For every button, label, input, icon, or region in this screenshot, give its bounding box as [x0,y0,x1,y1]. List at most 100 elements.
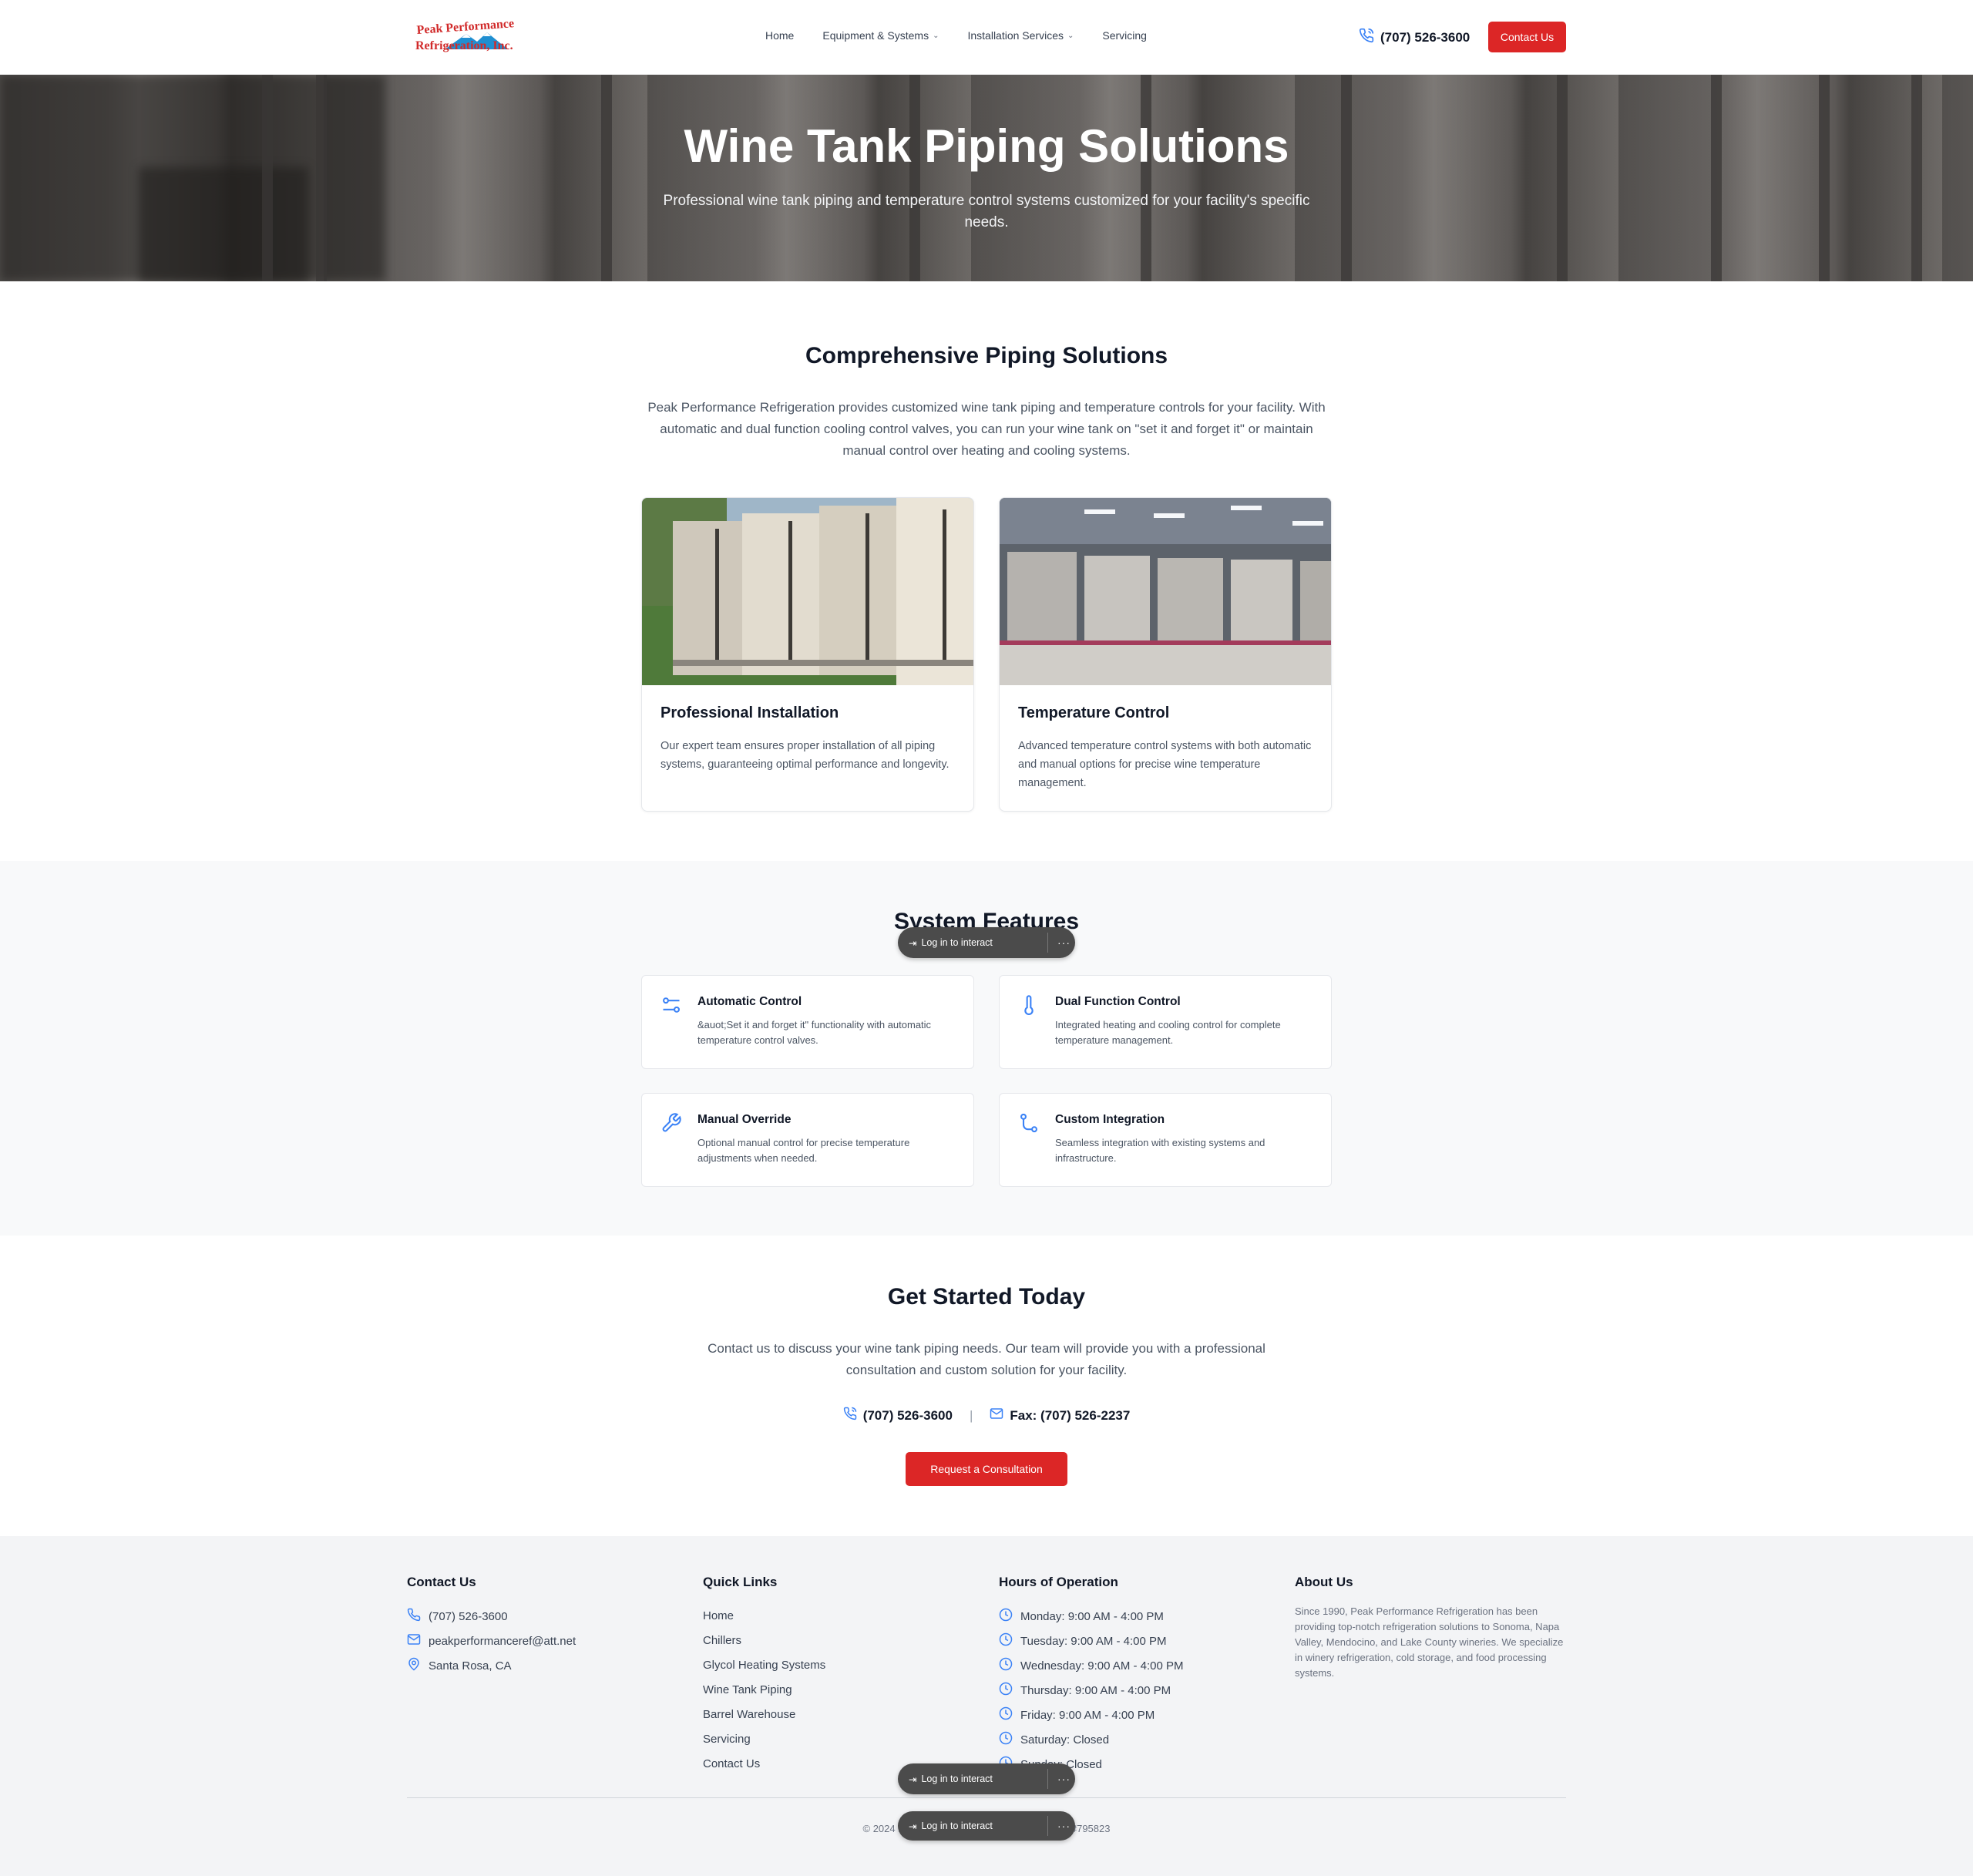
more-menu-icon[interactable]: ··· [1057,1773,1071,1785]
nav-servicing[interactable]: Servicing [1102,29,1147,42]
features-section: System Features Automatic Control &auot;… [0,861,1973,1236]
contact-us-button[interactable]: Contact Us [1488,22,1566,52]
route-icon [1018,1112,1040,1134]
header-phone[interactable]: (707) 526-3600 [1359,28,1470,47]
feature-text: Integrated heating and cooling control f… [1055,1019,1281,1046]
hours-row: Friday: 9:00 AM - 4:00 PM [999,1703,1184,1727]
nav-installation-services[interactable]: Installation Services ⌄ [967,29,1074,42]
company-logo[interactable]: Peak Performance Refrigeration, Inc. [414,17,551,59]
tank-indoor-image [1000,498,1331,685]
footer-link-contact[interactable]: Contact Us [703,1752,825,1777]
hero-title: Wine Tank Piping Solutions [684,120,1289,172]
phone-icon [843,1407,857,1424]
phone-icon [407,1608,421,1625]
footer-link-barrel-warehouse[interactable]: Barrel Warehouse [703,1703,825,1727]
feature-custom-integration: Custom Integration Seamless integration … [999,1093,1332,1187]
footer-divider [407,1797,1566,1798]
footer-location: Santa Rosa, CA [407,1653,576,1678]
footer-link-home[interactable]: Home [703,1604,825,1629]
hero-shadow [139,167,308,281]
map-pin-icon [407,1657,421,1674]
footer-heading: Hours of Operation [999,1575,1118,1589]
get-started-section: Get Started Today Contact us to discuss … [0,1236,1973,1536]
footer-contact: Contact Us (707) 526-3600 peakperformanc… [407,1575,576,1678]
clock-icon [999,1682,1013,1699]
footer-phone[interactable]: (707) 526-3600 [407,1604,576,1629]
hero-subtitle: Professional wine tank piping and temper… [663,193,1310,230]
mail-icon [990,1407,1003,1424]
footer-email[interactable]: peakperformanceref@att.net [407,1629,576,1653]
hero-pipe [909,75,920,281]
login-icon: ⇥ [909,1821,917,1832]
wrench-icon [660,1112,682,1134]
pill-divider [1047,933,1048,953]
feature-text: Seamless integration with existing syste… [1055,1137,1265,1164]
hero-pipe [1911,75,1922,281]
clock-icon [999,1657,1013,1674]
hero-pipe [1341,75,1352,281]
hero-pipe [1711,75,1722,281]
feature-title: Manual Override [697,1113,792,1126]
chevron-down-icon: ⌄ [1067,31,1074,40]
solutions-intro: Peak Performance Refrigeration provides … [647,400,1326,458]
card-professional-installation: Professional Installation Our expert tea… [641,497,974,812]
feature-text: &auot;Set it and forget it" functionalit… [697,1019,932,1046]
nav-home[interactable]: Home [765,29,794,42]
pill-divider [1047,1816,1048,1836]
hours-row: Tuesday: 9:00 AM - 4:00 PM [999,1629,1184,1653]
request-consultation-button[interactable]: Request a Consultation [906,1452,1067,1486]
feature-dual-function-control: Dual Function Control Integrated heating… [999,975,1332,1069]
hours-row: Monday: 9:00 AM - 4:00 PM [999,1604,1184,1629]
feature-title: Custom Integration [1055,1113,1165,1126]
hero-pipe [262,75,273,281]
card-text: Advanced temperature control systems wit… [1018,740,1312,789]
login-to-interact-pill[interactable]: ⇥ Log in to interact ··· [898,927,1075,958]
card-temperature-control: Temperature Control Advanced temperature… [999,497,1332,812]
footer-quick-links: Quick Links Home Chillers Glycol Heating… [703,1575,825,1777]
feature-title: Automatic Control [697,995,802,1008]
get-started-contacts: (707) 526-3600 | Fax: (707) 526-2237 [0,1407,1973,1424]
hero-pipe [1819,75,1830,281]
hero-banner [0,75,1973,281]
sliders-icon [660,994,682,1016]
footer-link-wine-tank-piping[interactable]: Wine Tank Piping [703,1678,825,1703]
feature-automatic-control: Automatic Control &auot;Set it and forge… [641,975,974,1069]
phone-icon [1359,28,1374,47]
login-to-interact-pill[interactable]: ⇥ Log in to interact ··· [898,1811,1075,1841]
footer-heading: About Us [1295,1575,1353,1589]
nav-equipment-systems[interactable]: Equipment & Systems ⌄ [822,29,939,42]
get-started-phone[interactable]: (707) 526-3600 [843,1407,953,1424]
footer-link-glycol[interactable]: Glycol Heating Systems [703,1653,825,1678]
clock-icon [999,1632,1013,1649]
footer-hours: Hours of Operation Monday: 9:00 AM - 4:0… [999,1575,1184,1777]
solutions-section: Comprehensive Piping Solutions [0,281,1973,861]
more-menu-icon[interactable]: ··· [1057,936,1071,949]
chevron-down-icon: ⌄ [933,31,939,40]
login-to-interact-pill[interactable]: ⇥ Log in to interact ··· [898,1763,1075,1794]
pill-divider [1047,1769,1048,1789]
hours-row: Wednesday: 9:00 AM - 4:00 PM [999,1653,1184,1678]
thermometer-icon [1018,994,1040,1016]
hero-pipe [601,75,612,281]
feature-manual-override: Manual Override Optional manual control … [641,1093,974,1187]
more-menu-icon[interactable]: ··· [1057,1820,1071,1832]
footer-link-chillers[interactable]: Chillers [703,1629,825,1653]
footer-about-text: Since 1990, Peak Performance Refrigerati… [1295,1605,1564,1679]
solutions-heading: Comprehensive Piping Solutions [805,343,1168,368]
get-started-text: Contact us to discuss your wine tank pip… [708,1341,1265,1377]
footer-heading: Contact Us [407,1575,476,1589]
card-title: Temperature Control [1018,704,1170,721]
feature-title: Dual Function Control [1055,995,1181,1008]
footer-about: About Us Since 1990, Peak Performance Re… [1295,1575,1572,1681]
main-nav: Home Equipment & Systems ⌄ Installation S… [765,29,1175,42]
card-text: Our expert team ensures proper installat… [660,740,950,771]
footer-heading: Quick Links [703,1575,778,1589]
get-started-fax: Fax: (707) 526-2237 [990,1407,1130,1424]
footer-link-servicing[interactable]: Servicing [703,1727,825,1752]
hours-row: Saturday: Closed [999,1727,1184,1752]
get-started-heading: Get Started Today [887,1284,1086,1310]
clock-icon [999,1731,1013,1748]
login-icon: ⇥ [909,937,917,949]
clock-icon [999,1706,1013,1723]
site-header: Peak Performance Refrigeration, Inc. Hom… [0,0,1973,75]
